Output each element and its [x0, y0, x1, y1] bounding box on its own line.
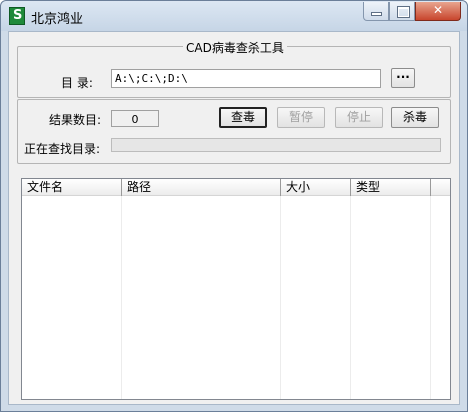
client-area: CAD病毒查杀工具 目 录: A:\;C:\;D:\ ··· 结果数目: 0 查…	[8, 31, 460, 405]
scan-button[interactable]: 查毒	[219, 107, 267, 128]
minimize-button[interactable]	[363, 2, 389, 21]
browse-button[interactable]: ···	[391, 68, 415, 88]
column-divider	[350, 196, 351, 399]
pause-button[interactable]: 暂停	[277, 107, 325, 128]
window-title: 北京鸿业	[31, 12, 84, 27]
column-divider	[280, 196, 281, 399]
result-count-label: 结果数目:	[49, 113, 102, 127]
result-count-value: 0	[111, 110, 159, 127]
column-divider	[430, 196, 431, 399]
kill-virus-button[interactable]: 杀毒	[391, 107, 439, 128]
directory-label: 目 录:	[61, 76, 93, 90]
column-header-type[interactable]: 类型	[351, 179, 431, 196]
main-window: 北京鸿业 CAD病毒查杀工具 目 录: A:\;C:\;D:\ ··· 结果数目…	[0, 0, 468, 412]
searching-dir-display	[111, 138, 441, 152]
results-list[interactable]: 文件名 路径 大小 类型	[21, 178, 451, 400]
searching-dir-label: 正在查找目录:	[24, 142, 101, 156]
group-title: CAD病毒查杀工具	[183, 39, 287, 56]
column-header-size[interactable]: 大小	[281, 179, 351, 196]
maximize-button[interactable]	[389, 2, 415, 21]
column-divider	[121, 196, 122, 399]
column-header-path[interactable]: 路径	[122, 179, 281, 196]
app-logo-icon	[9, 7, 25, 25]
close-button[interactable]	[415, 2, 461, 21]
stop-button[interactable]: 停止	[335, 107, 383, 128]
results-list-header: 文件名 路径 大小 类型	[22, 179, 450, 196]
title-bar[interactable]: 北京鸿业	[1, 1, 467, 31]
column-header-filename[interactable]: 文件名	[22, 179, 122, 196]
directory-input[interactable]: A:\;C:\;D:\	[111, 69, 381, 88]
